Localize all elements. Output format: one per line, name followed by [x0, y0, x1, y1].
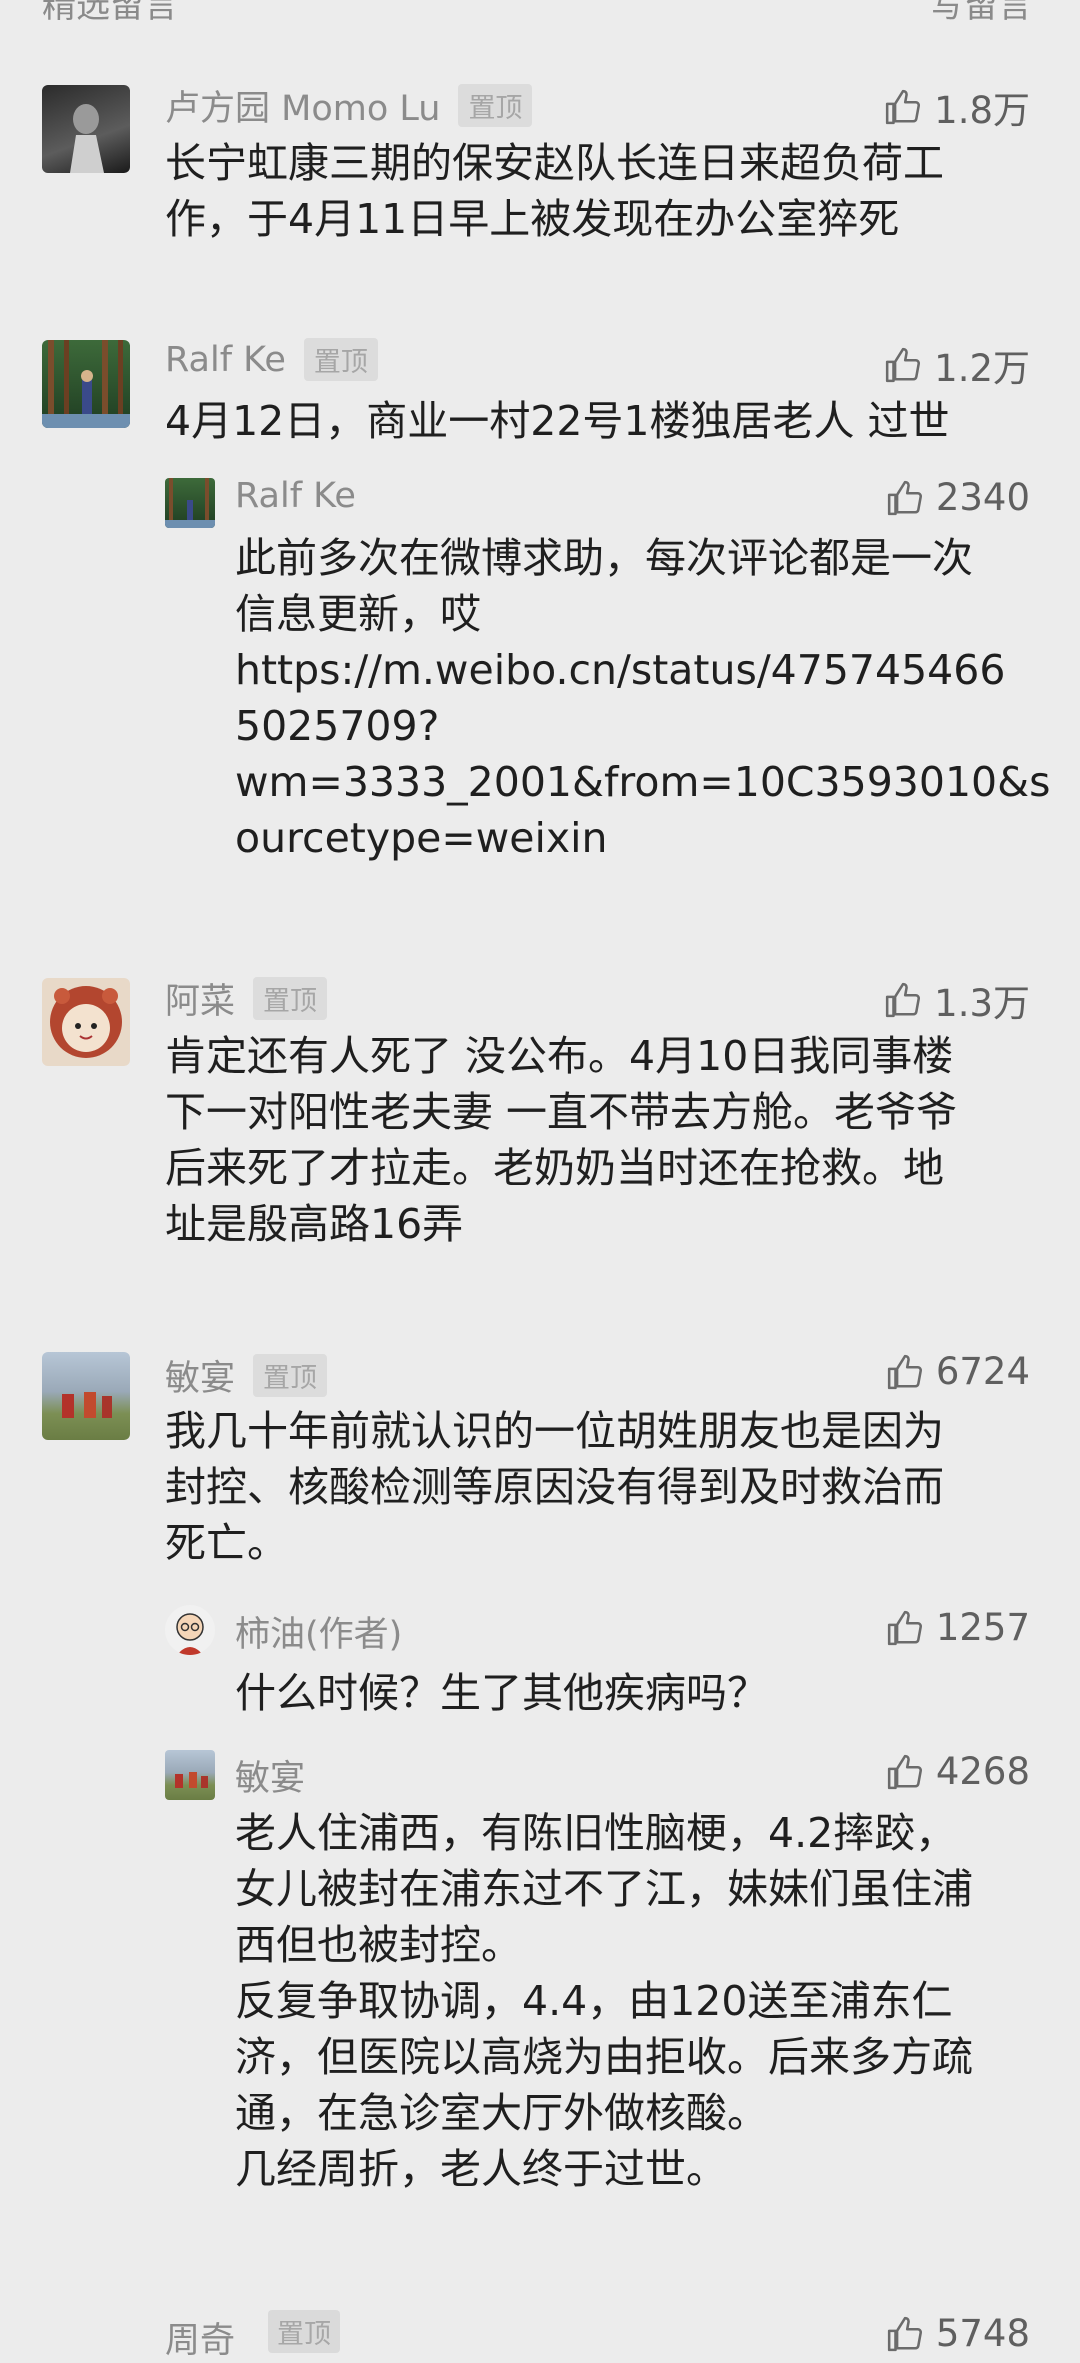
thumbs-up-icon [887, 1754, 922, 1789]
comment-text: 肯定还有人死了 没公布。4月10日我同事楼 下一对阳性老夫妻 一直不带去方舱。老… [165, 1032, 958, 1248]
comment-text: 我几十年前就认识的一位胡姓朋友也是因为 封控、核酸检测等原因没有得到及时救治而 … [165, 1407, 944, 1567]
reply-author[interactable]: 柿油(作者) [235, 1606, 402, 1657]
like-button[interactable]: 1.3万 [884, 973, 1030, 1027]
avatar-photo-icon [70, 104, 104, 173]
like-count: 1.3万 [934, 982, 1030, 1025]
avatar[interactable] [42, 1352, 130, 1440]
avatar[interactable] [42, 340, 130, 428]
comment-author[interactable]: 卢方园 Momo Lu [165, 80, 440, 131]
thumbs-up-icon [887, 1610, 922, 1645]
comment-author[interactable]: Ralf Ke [165, 340, 286, 380]
like-count: 4268 [935, 1750, 1030, 1793]
avatar-photo-icon [62, 1392, 112, 1418]
like-button[interactable]: 4268 [886, 1750, 1030, 1793]
reply-author[interactable]: 敏宴 [235, 1750, 305, 1801]
pinned-badge: 置顶 [253, 1354, 328, 1397]
section-header: 精选留言 写留言 [0, 0, 1080, 26]
avatar-photo-icon [50, 986, 122, 1058]
like-count: 1257 [935, 1606, 1030, 1649]
pinned-badge: 置顶 [268, 2310, 340, 2353]
reply-text: 此前多次在微博求助，每次评论都是一次 信息更新，哎 https://m.weib… [235, 534, 1051, 862]
thumbs-up-icon [886, 347, 921, 383]
avatar-photo-icon [165, 478, 215, 528]
thumbs-up-icon [887, 480, 922, 515]
reply-avatar[interactable] [165, 1605, 215, 1655]
pinned-badge: 置顶 [253, 977, 328, 1020]
thumbs-up-icon [887, 1354, 922, 1389]
like-button[interactable]: 1.2万 [884, 338, 1030, 392]
avatar[interactable] [42, 85, 130, 173]
comment-author[interactable]: 敏宴 [165, 1350, 235, 1401]
like-button[interactable]: 1257 [886, 1606, 1030, 1649]
like-count: 1.8万 [934, 89, 1030, 132]
reply-text: 什么时候？生了其他疾病吗？ [235, 1669, 768, 1717]
like-button[interactable]: 5748 [886, 2312, 1030, 2355]
section-title: 精选留言 [42, 0, 178, 26]
thumbs-up-icon [886, 982, 921, 1018]
avatar-photo-icon [175, 1772, 208, 1788]
like-count: 5748 [935, 2312, 1030, 2355]
thumbs-up-icon [887, 2316, 922, 2351]
thumbs-up-icon [886, 89, 921, 125]
avatar-photo-icon [176, 1613, 204, 1655]
like-button[interactable]: 6724 [886, 1350, 1030, 1393]
pinned-badge: 置顶 [458, 84, 533, 127]
like-button[interactable]: 1.8万 [884, 80, 1030, 134]
comment-item-partial: 周奇 置顶 5748 [0, 2300, 1080, 2363]
avatar[interactable] [42, 978, 130, 1066]
reply-avatar[interactable] [165, 1750, 215, 1800]
pinned-badge: 置顶 [303, 338, 378, 381]
comment-author[interactable]: 周奇 [165, 2312, 235, 2363]
like-count: 1.2万 [934, 347, 1030, 390]
comment-text: 长宁虹康三期的保安赵队长连日来超负荷工 作，于4月11日早上被发现在办公室猝死 [165, 139, 944, 243]
reply-avatar[interactable] [165, 478, 215, 528]
avatar-photo-icon [42, 340, 130, 428]
like-count: 2340 [935, 476, 1030, 519]
comment-text: 4月12日，商业一村22号1楼独居老人 过世 [165, 397, 950, 445]
like-count: 6724 [935, 1350, 1030, 1393]
reply-text: 老人住浦西，有陈旧性脑梗，4.2摔跤， 女儿被封在浦东过不了江，妹妹们虽住浦 西… [235, 1809, 973, 2193]
write-comment-link[interactable]: 写留言 [930, 0, 1032, 27]
comment-author[interactable]: 阿菜 [165, 973, 235, 1024]
like-button[interactable]: 2340 [886, 476, 1030, 519]
reply-author[interactable]: Ralf Ke [235, 476, 356, 516]
